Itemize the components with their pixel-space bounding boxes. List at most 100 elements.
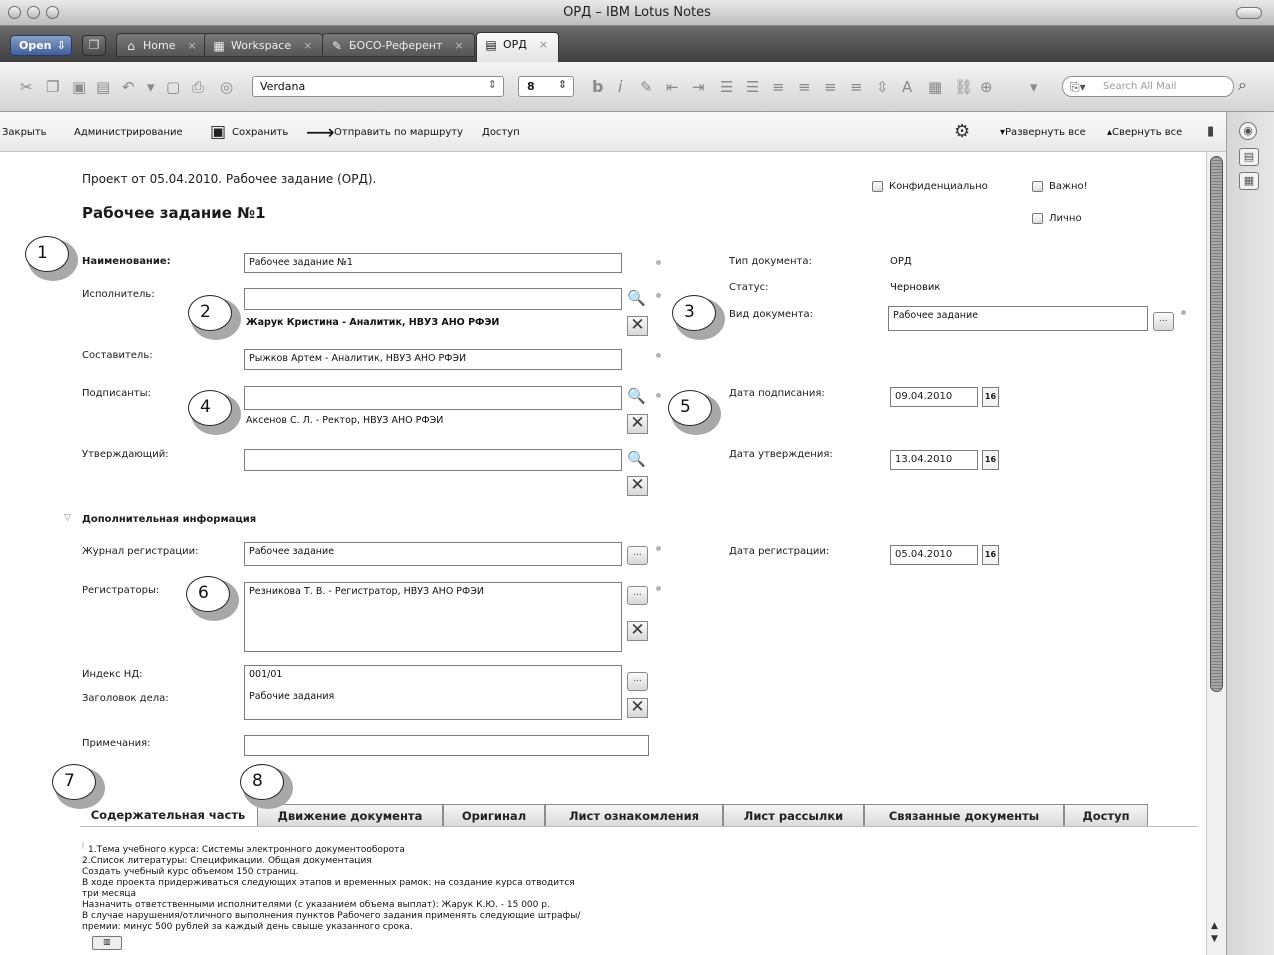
route-action[interactable]: Отправить по маршруту xyxy=(334,127,463,138)
paste-icon[interactable]: ▣ xyxy=(72,78,86,96)
numbered-list-icon[interactable]: ☰ xyxy=(746,78,759,96)
align-right-icon[interactable]: ≡ xyxy=(824,78,837,96)
spell-icon[interactable]: ◎ xyxy=(220,78,233,96)
indent-icon[interactable]: ⇥ xyxy=(692,78,705,96)
name-field[interactable]: Рабочее задание №1 xyxy=(244,253,622,273)
tab-workspace[interactable]: ▦ Workspace × xyxy=(204,33,324,57)
tools-icon[interactable]: ⚙ xyxy=(954,121,970,142)
open-button[interactable]: Open ⇩ xyxy=(10,35,72,56)
sametime-icon[interactable]: ◉ xyxy=(1239,122,1257,140)
link-icon[interactable]: ⛓ xyxy=(954,78,973,96)
outdent-icon[interactable]: ⇤ xyxy=(666,78,679,96)
save-action[interactable]: Сохранить xyxy=(232,127,288,138)
registrars-picker-button[interactable]: ... xyxy=(627,586,648,605)
journal-field[interactable]: Рабочее задание xyxy=(244,542,622,566)
spacing-icon[interactable]: ⇳ xyxy=(876,78,889,96)
doc-kind-field[interactable]: Рабочее задание xyxy=(888,306,1148,331)
content-line: три месяца xyxy=(82,889,136,899)
signers-field[interactable] xyxy=(244,386,622,410)
sign-date-field[interactable]: 09.04.2010 xyxy=(890,387,978,407)
italic-icon[interactable]: i xyxy=(618,78,622,96)
paste-special-icon[interactable]: ▤ xyxy=(96,78,110,96)
calendar-icon[interactable]: ▦ xyxy=(1239,172,1259,190)
clear-registrars-button[interactable]: ✕ xyxy=(627,621,648,641)
close-action[interactable]: Закрыть xyxy=(2,127,47,138)
tab-home[interactable]: ⌂ Home × xyxy=(116,33,208,57)
cut-icon[interactable]: ✂ xyxy=(20,78,33,96)
style-icon[interactable]: A xyxy=(902,78,912,96)
collapse-section-icon[interactable]: ▽ xyxy=(64,513,71,523)
approve-date-field[interactable]: 13.04.2010 xyxy=(890,450,978,470)
search-icon[interactable]: 🔍 xyxy=(627,451,646,467)
important-checkbox[interactable] xyxy=(1032,181,1043,192)
author-field[interactable]: Рыжков Артем - Аналитик, НВУЗ АНО РФЭИ xyxy=(244,349,622,370)
trash-icon[interactable]: ▮ xyxy=(1207,124,1214,139)
admin-action[interactable]: Администрирование xyxy=(74,127,183,138)
attach-icon[interactable]: ⊕ xyxy=(980,78,993,96)
close-icon[interactable]: × xyxy=(303,39,312,52)
tab-related[interactable]: Связанные документы xyxy=(864,804,1064,827)
nd-index-picker-button[interactable]: ... xyxy=(627,672,648,691)
close-icon[interactable]: × xyxy=(187,39,196,52)
search-icon[interactable]: 🔍 xyxy=(627,290,646,306)
vertical-scrollbar[interactable]: ▲ ▼ xyxy=(1206,152,1226,955)
tab-acquaintance[interactable]: Лист ознакомления xyxy=(545,804,723,827)
personal-checkbox[interactable] xyxy=(1032,213,1043,224)
clear-executor-button[interactable]: ✕ xyxy=(627,316,648,336)
feeds-icon[interactable]: ▤ xyxy=(1239,148,1259,166)
approver-field[interactable] xyxy=(244,449,622,471)
undo-icon[interactable]: ↶ xyxy=(122,78,135,96)
save-icon[interactable]: ▢ xyxy=(166,78,180,96)
reg-date-field[interactable]: 05.04.2010 xyxy=(890,545,978,565)
scroll-thumb[interactable] xyxy=(1210,156,1223,692)
scroll-down-icon[interactable]: ▼ xyxy=(1211,934,1218,944)
close-icon[interactable]: × xyxy=(539,38,548,51)
tab-movement[interactable]: Движение документа xyxy=(257,804,443,827)
justify-icon[interactable]: ≡ xyxy=(850,78,863,96)
highlight-icon[interactable]: ✎ xyxy=(640,78,653,96)
clear-nd-index-button[interactable]: ✕ xyxy=(627,698,648,718)
tab-boso-referent[interactable]: ✎ БОСО-Референт × xyxy=(322,33,475,57)
toolbar-toggle-button[interactable] xyxy=(1236,7,1262,19)
access-action[interactable]: Доступ xyxy=(482,127,520,138)
dropdown-arrow-icon[interactable]: ▾ xyxy=(1030,78,1038,96)
tab-mailing[interactable]: Лист рассылки xyxy=(723,804,864,827)
registrars-field[interactable]: Резникова Т. В. - Регистратор, НВУЗ АНО … xyxy=(244,582,622,652)
copy-window-icon[interactable]: ❐ xyxy=(82,35,106,56)
notes-field[interactable] xyxy=(244,735,649,756)
search-scope-icon[interactable]: ⎘▾ xyxy=(1070,80,1086,95)
search-all-mail-input[interactable]: Search All Mail xyxy=(1062,76,1234,97)
copy-icon[interactable]: ❐ xyxy=(46,78,59,96)
align-center-icon[interactable]: ≡ xyxy=(798,78,811,96)
align-left-icon[interactable]: ≡ xyxy=(772,78,785,96)
table-icon[interactable]: ▦ xyxy=(928,78,942,96)
attachment-icon[interactable]: ▥ xyxy=(92,936,122,950)
clear-approver-button[interactable]: ✕ xyxy=(627,476,648,496)
tab-original[interactable]: Оригинал xyxy=(443,804,545,827)
calendar-icon[interactable]: 16 xyxy=(982,450,999,470)
expand-all-action[interactable]: ▾Развернуть все xyxy=(1000,127,1086,138)
clear-signers-button[interactable]: ✕ xyxy=(627,414,648,434)
doc-kind-picker-button[interactable]: ... xyxy=(1153,312,1174,331)
tab-content[interactable]: Содержательная часть xyxy=(80,804,256,828)
tab-access[interactable]: Доступ xyxy=(1064,804,1148,827)
bold-icon[interactable]: b xyxy=(592,78,603,96)
tab-ord[interactable]: ▤ ОРД × xyxy=(476,32,560,62)
close-icon[interactable]: × xyxy=(454,39,463,52)
search-icon[interactable]: 🔍 xyxy=(627,388,646,404)
confidential-checkbox[interactable] xyxy=(872,181,883,192)
collapse-all-action[interactable]: ▴Свернуть все xyxy=(1107,127,1182,138)
calendar-icon[interactable]: 16 xyxy=(982,387,999,407)
nd-index-box[interactable]: 001/01 Рабочие задания xyxy=(244,665,622,720)
extra-section-title[interactable]: Дополнительная информация xyxy=(82,514,256,525)
dropdown-arrow-icon[interactable]: ▾ xyxy=(147,78,155,96)
print-icon[interactable]: ⎙ xyxy=(192,78,204,96)
scroll-up-icon[interactable]: ▲ xyxy=(1211,921,1218,931)
executor-field[interactable] xyxy=(244,288,622,310)
font-size-select[interactable]: 8 ⇕ xyxy=(518,76,574,97)
search-icon[interactable]: ⌕ xyxy=(1238,75,1247,95)
calendar-icon[interactable]: 16 xyxy=(982,545,999,565)
bullet-list-icon[interactable]: ☰ xyxy=(720,78,733,96)
journal-picker-button[interactable]: ... xyxy=(627,546,648,565)
font-select[interactable]: Verdana ⇕ xyxy=(252,76,504,97)
